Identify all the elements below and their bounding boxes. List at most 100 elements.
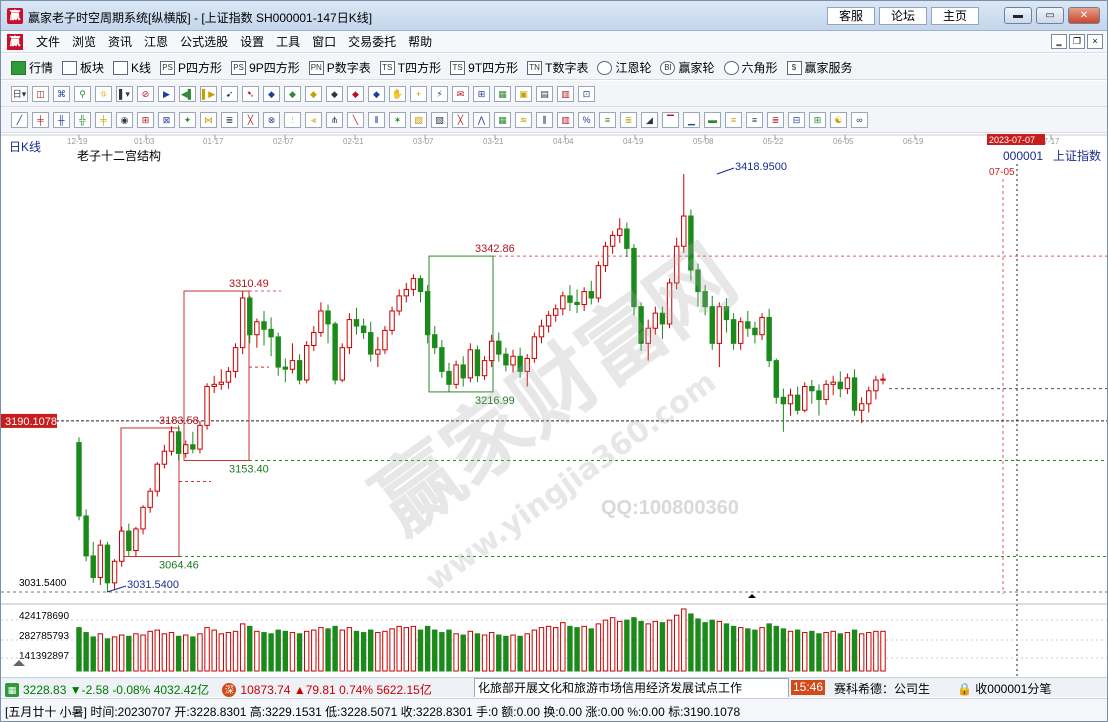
mdi-minimize-button[interactable]: ‗: [1051, 34, 1067, 49]
drawing-tool-icon[interactable]: ⊗: [263, 112, 280, 128]
chart-tool-icon[interactable]: ▦: [494, 86, 511, 102]
chart-tool-icon[interactable]: ✉: [452, 86, 469, 102]
drawing-tool-icon[interactable]: ≣: [221, 112, 238, 128]
menu-trade[interactable]: 交易委托: [342, 34, 402, 50]
drawing-tool-icon[interactable]: ╫: [53, 112, 70, 128]
chart-tool-icon[interactable]: ✋: [389, 86, 406, 102]
chart-tool-icon[interactable]: ⚡: [431, 86, 448, 102]
drawing-tool-icon[interactable]: ⊞: [809, 112, 826, 128]
drawing-tool-icon[interactable]: ▥: [557, 112, 574, 128]
menu-help[interactable]: 帮助: [402, 34, 438, 50]
chart-tool-icon[interactable]: ⚲: [74, 86, 91, 102]
menu-window[interactable]: 窗口: [306, 34, 342, 50]
drawing-tool-icon[interactable]: ╬: [74, 112, 91, 128]
chart-tool-icon[interactable]: ◀▌: [179, 86, 196, 102]
drawing-tool-icon[interactable]: ⊞: [137, 112, 154, 128]
drawing-tool-icon[interactable]: ≣: [620, 112, 637, 128]
drawing-tool-icon[interactable]: ⊟: [788, 112, 805, 128]
chart-tool-icon[interactable]: ▌▾: [116, 86, 133, 102]
menu-file[interactable]: 文件: [30, 34, 66, 50]
chart-tool-icon[interactable]: ◆: [368, 86, 385, 102]
stock-tip[interactable]: 赛科希德：公司生: [834, 680, 946, 697]
drawing-tool-icon[interactable]: ⊠: [158, 112, 175, 128]
drawing-tool-icon[interactable]: ◉: [116, 112, 133, 128]
toolbar-item-11[interactable]: 六角形: [723, 59, 778, 76]
menu-info[interactable]: 资讯: [102, 34, 138, 50]
menu-tools[interactable]: 工具: [270, 34, 306, 50]
drawing-tool-icon[interactable]: ≡: [725, 112, 742, 128]
drawing-tool-icon[interactable]: ⫴: [368, 112, 385, 128]
menu-gann[interactable]: 江恩: [138, 34, 174, 50]
drawing-tool-icon[interactable]: ▔: [662, 112, 679, 128]
drawing-tool-icon[interactable]: ╪: [95, 112, 112, 128]
drawing-tool-icon[interactable]: ⫶: [284, 112, 301, 128]
drawing-tool-icon[interactable]: ▨: [410, 112, 427, 128]
drawing-tool-icon[interactable]: ◢: [641, 112, 658, 128]
toolbar-item-10[interactable]: BI 赢家轮: [660, 59, 715, 76]
drawing-tool-icon[interactable]: ╳: [452, 112, 469, 128]
drawing-tool-icon[interactable]: ✶: [389, 112, 406, 128]
toolbar-item-12[interactable]: $ 赢家服务: [786, 59, 853, 76]
service-link[interactable]: 客服: [827, 7, 875, 25]
home-link[interactable]: 主页: [931, 7, 979, 25]
chart-tool-icon[interactable]: ⊡: [578, 86, 595, 102]
drawing-tool-icon[interactable]: ⫼: [536, 112, 553, 128]
maximize-button[interactable]: ▭: [1036, 7, 1064, 24]
close-button[interactable]: ✕: [1068, 7, 1100, 24]
toolbar-item-7[interactable]: TS 9T四方形: [450, 59, 518, 76]
drawing-tool-icon[interactable]: ☯: [830, 112, 847, 128]
toolbar-item-3[interactable]: PS P四方形: [160, 59, 222, 76]
menu-logo-icon[interactable]: 赢: [7, 34, 23, 50]
chart-tool-icon[interactable]: ▣: [515, 86, 532, 102]
chart-tool-icon[interactable]: 日▾: [11, 86, 28, 102]
drawing-tool-icon[interactable]: ╳: [242, 112, 259, 128]
menu-formula[interactable]: 公式选股: [174, 34, 234, 50]
drawing-tool-icon[interactable]: ╱: [11, 112, 28, 128]
toolbar-item-5[interactable]: PN P数字表: [308, 59, 371, 76]
toolbar-item-2[interactable]: K线: [113, 59, 151, 76]
chart-tool-icon[interactable]: ⌘: [53, 86, 70, 102]
chart-area[interactable]: 12-19 01-03 01-17 02-07 02-21 03-07 03-21 04-04…: [1, 134, 1107, 677]
toolbar-item-8[interactable]: TN T数字表: [527, 59, 588, 76]
chart-tool-icon[interactable]: ▶: [158, 86, 175, 102]
menu-settings[interactable]: 设置: [234, 34, 270, 50]
drawing-tool-icon[interactable]: ≋: [515, 112, 532, 128]
chart-tool-icon[interactable]: ▌▶: [200, 86, 217, 102]
mdi-restore-button[interactable]: ❐: [1069, 34, 1085, 49]
toolbar-item-9[interactable]: 江恩轮: [597, 59, 651, 76]
chart-tool-icon[interactable]: ⊞: [473, 86, 490, 102]
drawing-tool-icon[interactable]: ⋔: [326, 112, 343, 128]
tick-detail-label[interactable]: 🔒 收000001分笔: [957, 680, 1051, 697]
drawing-tool-icon[interactable]: %: [578, 112, 595, 128]
chart-tool-icon[interactable]: ⊘: [137, 86, 154, 102]
news-ticker[interactable]: 化旅部开展文化和旅游市场信用经济发展试点工作: [474, 678, 789, 697]
toolbar-item-4[interactable]: PS 9P四方形: [231, 59, 300, 76]
drawing-tool-icon[interactable]: ▁: [683, 112, 700, 128]
drawing-tool-icon[interactable]: ▧: [431, 112, 448, 128]
chart-tool-icon[interactable]: ▤: [536, 86, 553, 102]
drawing-tool-icon[interactable]: ≡: [746, 112, 763, 128]
sh-index-icon[interactable]: ▦: [5, 682, 19, 697]
drawing-tool-icon[interactable]: ⫷: [305, 112, 322, 128]
drawing-tool-icon[interactable]: ⋈: [200, 112, 217, 128]
chart-tool-icon[interactable]: +: [410, 86, 427, 102]
menu-browse[interactable]: 浏览: [66, 34, 102, 50]
drawing-tool-icon[interactable]: ✦: [179, 112, 196, 128]
chart-tool-icon[interactable]: ◆: [305, 86, 322, 102]
minimize-button[interactable]: ▬: [1004, 7, 1032, 24]
drawing-tool-icon[interactable]: ∞: [851, 112, 868, 128]
drawing-tool-icon[interactable]: ≣: [767, 112, 784, 128]
drawing-tool-icon[interactable]: ⋀: [473, 112, 490, 128]
chart-tool-icon[interactable]: ◆: [326, 86, 343, 102]
toolbar-item-0[interactable]: 行情: [11, 59, 53, 76]
forum-link[interactable]: 论坛: [879, 7, 927, 25]
chart-tool-icon[interactable]: ◫: [32, 86, 49, 102]
chart-tool-icon[interactable]: ◆: [263, 86, 280, 102]
drawing-tool-icon[interactable]: ≡: [599, 112, 616, 128]
chart-tool-icon[interactable]: ▥: [557, 86, 574, 102]
chart-tool-icon[interactable]: ➷: [242, 86, 259, 102]
toolbar-item-6[interactable]: TS T四方形: [379, 59, 441, 76]
chart-tool-icon[interactable]: ◆: [284, 86, 301, 102]
chart-tool-icon[interactable]: ◆: [347, 86, 364, 102]
drawing-tool-icon[interactable]: ▦: [494, 112, 511, 128]
